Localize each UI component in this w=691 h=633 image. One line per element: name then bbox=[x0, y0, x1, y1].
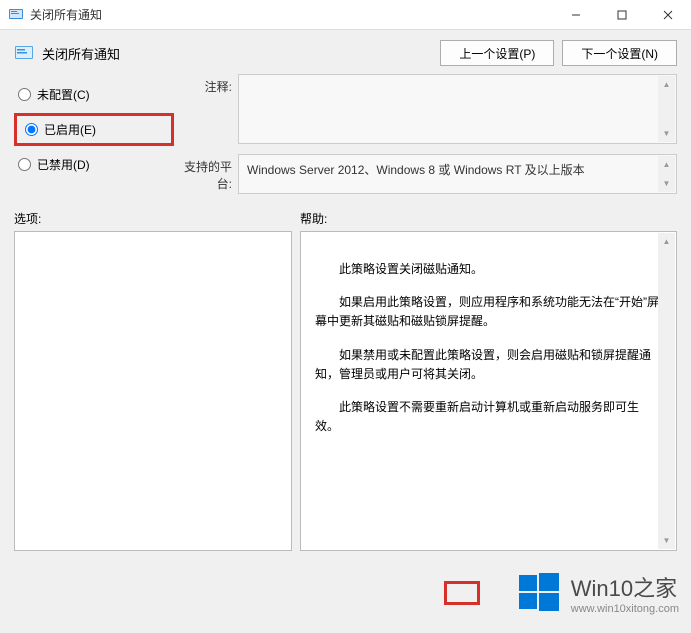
help-p2: 如果启用此策略设置，则应用程序和系统功能无法在“开始”屏幕中更新其磁贴和磁贴锁屏… bbox=[315, 293, 662, 331]
radio-enabled[interactable]: 已启用(E) bbox=[21, 121, 167, 138]
help-label: 帮助: bbox=[300, 210, 327, 227]
platform-value: Windows Server 2012、Windows 8 或 Windows … bbox=[247, 163, 585, 177]
platform-box: Windows Server 2012、Windows 8 或 Windows … bbox=[238, 154, 677, 194]
prev-setting-button[interactable]: 上一个设置(P) bbox=[440, 40, 554, 66]
options-label: 选项: bbox=[14, 210, 300, 227]
comment-scrollbar[interactable]: ▲ ▼ bbox=[658, 76, 675, 142]
scroll-up-icon[interactable]: ▲ bbox=[658, 156, 675, 173]
help-panel: 此策略设置关闭磁贴通知。 如果启用此策略设置，则应用程序和系统功能无法在“开始”… bbox=[300, 231, 677, 551]
platform-row: 支持的平台: Windows Server 2012、Windows 8 或 W… bbox=[174, 154, 677, 194]
platform-scrollbar[interactable]: ▲ ▼ bbox=[658, 156, 675, 192]
scroll-up-icon[interactable]: ▲ bbox=[658, 233, 675, 250]
app-icon bbox=[8, 7, 24, 23]
platform-label: 支持的平台: bbox=[174, 154, 238, 194]
radio-enabled-input[interactable] bbox=[25, 123, 38, 136]
highlight-enabled: 已启用(E) bbox=[14, 113, 174, 146]
policy-title: 关闭所有通知 bbox=[42, 44, 432, 63]
minimize-button[interactable] bbox=[553, 0, 599, 29]
config-area: 未配置(C) 已启用(E) 已禁用(D) 注释: ▲ ▼ 支持的平台: bbox=[0, 74, 691, 204]
highlight-confirm-button bbox=[444, 581, 480, 605]
help-scrollbar[interactable]: ▲ ▼ bbox=[658, 233, 675, 549]
comment-row: 注释: ▲ ▼ bbox=[174, 74, 677, 144]
radio-not-configured-label: 未配置(C) bbox=[37, 86, 90, 103]
watermark-url: www.win10xitong.com bbox=[571, 603, 679, 615]
header-row: 关闭所有通知 上一个设置(P) 下一个设置(N) bbox=[0, 30, 691, 74]
next-setting-button[interactable]: 下一个设置(N) bbox=[562, 40, 677, 66]
radio-column: 未配置(C) 已启用(E) 已禁用(D) bbox=[14, 74, 174, 204]
radio-disabled-label: 已禁用(D) bbox=[37, 156, 90, 173]
help-p4: 此策略设置不需要重新启动计算机或重新启动服务即可生效。 bbox=[315, 398, 662, 436]
radio-not-configured[interactable]: 未配置(C) bbox=[14, 78, 174, 111]
radio-disabled-input[interactable] bbox=[18, 158, 31, 171]
scroll-up-icon[interactable]: ▲ bbox=[658, 76, 675, 93]
scroll-down-icon[interactable]: ▼ bbox=[658, 175, 675, 192]
watermark: Win10之家 www.win10xitong.com bbox=[517, 571, 679, 615]
window-controls bbox=[553, 0, 691, 29]
maximize-button[interactable] bbox=[599, 0, 645, 29]
window-title: 关闭所有通知 bbox=[30, 6, 553, 23]
panels-row: 此策略设置关闭磁贴通知。 如果启用此策略设置，则应用程序和系统功能无法在“开始”… bbox=[0, 231, 691, 551]
titlebar: 关闭所有通知 bbox=[0, 0, 691, 30]
watermark-title: Win10之家 bbox=[571, 571, 677, 603]
radio-not-configured-input[interactable] bbox=[18, 88, 31, 101]
fields-column: 注释: ▲ ▼ 支持的平台: Windows Server 2012、Windo… bbox=[174, 74, 677, 204]
help-p1: 此策略设置关闭磁贴通知。 bbox=[315, 260, 662, 279]
comment-label: 注释: bbox=[174, 74, 238, 144]
radio-disabled[interactable]: 已禁用(D) bbox=[14, 148, 174, 181]
scroll-down-icon[interactable]: ▼ bbox=[658, 125, 675, 142]
close-button[interactable] bbox=[645, 0, 691, 29]
scroll-down-icon[interactable]: ▼ bbox=[658, 532, 675, 549]
options-panel bbox=[14, 231, 292, 551]
windows-logo-icon bbox=[517, 571, 561, 615]
panel-labels: 选项: 帮助: bbox=[0, 204, 691, 231]
comment-box[interactable]: ▲ ▼ bbox=[238, 74, 677, 144]
radio-enabled-label: 已启用(E) bbox=[44, 121, 96, 138]
help-text: 此策略设置关闭磁贴通知。 如果启用此策略设置，则应用程序和系统功能无法在“开始”… bbox=[315, 260, 662, 436]
help-p3: 如果禁用或未配置此策略设置，则会启用磁贴和锁屏提醒通知，管理员或用户可将其关闭。 bbox=[315, 346, 662, 384]
policy-icon bbox=[14, 43, 34, 63]
